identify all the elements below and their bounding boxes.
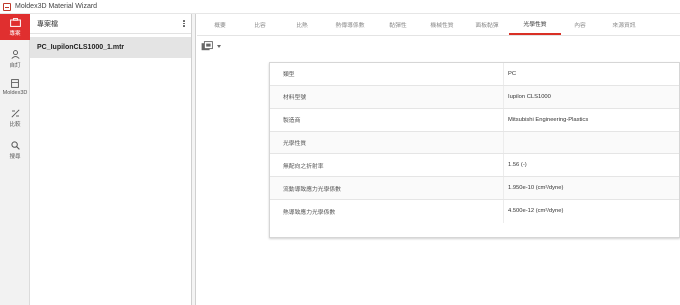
tab-overview[interactable]: 概要 bbox=[201, 13, 239, 35]
property-value bbox=[503, 131, 679, 154]
export-icon bbox=[201, 41, 213, 51]
nav-item-custom[interactable]: 自訂 bbox=[0, 50, 30, 69]
property-label: 熱導致應力光學係數 bbox=[283, 209, 336, 216]
tab-specific-volume[interactable]: 比容 bbox=[239, 13, 281, 35]
project-file-name: PC_IupilonCLS1000_1.mtr bbox=[37, 44, 125, 51]
table-row: 流動導致應力光學係數 1.950e-10 (cm²/dyne) bbox=[270, 177, 679, 201]
property-value: 1.56 (-) bbox=[503, 154, 679, 177]
table-row: 類型 PC bbox=[270, 63, 679, 86]
property-value: 4.500e-12 (cm²/dyne) bbox=[503, 200, 679, 223]
project-panel: 專案檔 PC_IupilonCLS1000_1.mtr bbox=[30, 14, 192, 305]
property-label: 材料型號 bbox=[283, 95, 307, 102]
more-options-icon[interactable] bbox=[182, 20, 186, 27]
tab-content[interactable]: 內容 bbox=[561, 13, 599, 35]
title-bar: Moldex3D Material Wizard bbox=[0, 0, 680, 14]
table-row: 材料型號 Iupilon CLS1000 bbox=[270, 85, 679, 109]
property-tabs: 概要 比容 比熱 熱傳導係數 黏彈性 機械性質 面板黏彈 光學性質 內容 來源資… bbox=[197, 14, 680, 36]
tab-panel-viscoelastic[interactable]: 面板黏彈 bbox=[465, 13, 509, 35]
tab-specific-heat[interactable]: 比熱 bbox=[281, 13, 323, 35]
nav-label-custom: 自訂 bbox=[9, 63, 21, 69]
toolbar bbox=[197, 36, 680, 56]
property-value: Iupilon CLS1000 bbox=[503, 85, 679, 108]
main-content: 概要 比容 比熱 熱傳導係數 黏彈性 機械性質 面板黏彈 光學性質 內容 來源資… bbox=[197, 14, 680, 305]
export-button[interactable] bbox=[201, 41, 221, 51]
property-label: 流動導致應力光學係數 bbox=[283, 186, 341, 193]
property-value: Mitsubishi Engineering-Plastics bbox=[503, 108, 679, 131]
tab-optical-properties[interactable]: 光學性質 bbox=[509, 13, 561, 35]
nav-item-project[interactable]: 專案 bbox=[0, 14, 30, 40]
nav-item-search[interactable]: 搜尋 bbox=[0, 141, 30, 160]
tab-mechanical-properties[interactable]: 機械性質 bbox=[419, 13, 465, 35]
table-row: 熱導致應力光學係數 4.500e-12 (cm²/dyne) bbox=[270, 200, 679, 223]
nav-label-search: 搜尋 bbox=[9, 154, 21, 160]
property-value: 1.950e-10 (cm²/dyne) bbox=[503, 177, 679, 200]
left-nav: 專案 自訂 Moldex3D 比較 搜尋 bbox=[0, 14, 30, 305]
table-row: 光學性質 bbox=[270, 131, 679, 155]
database-icon bbox=[11, 79, 19, 88]
tab-source-info[interactable]: 來源資訊 bbox=[599, 13, 649, 35]
app-logo-icon bbox=[3, 2, 11, 11]
table-row: 製造商 Mitsubishi Engineering-Plastics bbox=[270, 108, 679, 132]
property-label: 製造商 bbox=[283, 118, 301, 125]
nav-label-project: 專案 bbox=[9, 31, 21, 37]
window-title: Moldex3D Material Wizard bbox=[15, 3, 98, 10]
optical-properties-table: 類型 PC 材料型號 Iupilon CLS1000 製造商 Mitsubish… bbox=[269, 62, 680, 238]
property-label: 無配向之折射率 bbox=[283, 163, 324, 170]
compare-icon bbox=[10, 109, 20, 118]
property-label: 類型 bbox=[283, 72, 295, 79]
project-panel-title: 專案檔 bbox=[37, 20, 58, 28]
nav-item-moldex3d[interactable]: Moldex3D bbox=[0, 79, 30, 96]
briefcase-icon bbox=[9, 18, 21, 27]
nav-item-compare[interactable]: 比較 bbox=[0, 109, 30, 128]
panel-splitter[interactable] bbox=[192, 14, 196, 305]
person-icon bbox=[10, 50, 20, 59]
tab-viscoelasticity[interactable]: 黏彈性 bbox=[377, 13, 419, 35]
property-label: 光學性質 bbox=[283, 140, 307, 147]
tab-thermal-conductivity[interactable]: 熱傳導係數 bbox=[323, 13, 377, 35]
chevron-down-icon[interactable] bbox=[217, 44, 221, 48]
nav-label-moldex3d: Moldex3D bbox=[2, 90, 28, 96]
search-icon bbox=[10, 141, 20, 150]
project-panel-header: 專案檔 bbox=[30, 14, 191, 34]
nav-label-compare: 比較 bbox=[9, 122, 21, 128]
property-value: PC bbox=[503, 63, 679, 85]
table-row: 無配向之折射率 1.56 (-) bbox=[270, 154, 679, 178]
project-file-item[interactable]: PC_IupilonCLS1000_1.mtr bbox=[30, 37, 191, 58]
